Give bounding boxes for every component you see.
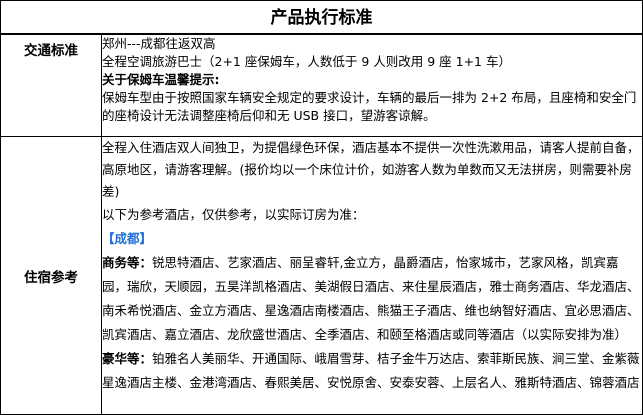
tips-line: 保姆车型由于按照国家车辆安全规定的要求设计，车辆的最后一排为 2+2 布局，且座… <box>102 90 637 105</box>
traffic-label: 交通标准 <box>0 34 102 137</box>
luxury-text: 铂雅名人美丽华、开通国际、峨眉雪芽、桔子金牛万达店、索菲斯民族、涧三堂、金紫薇星… <box>102 351 640 390</box>
standard-label: 商务等： <box>102 255 153 270</box>
traffic-line: 郑州---成都往返双高 <box>102 36 216 51</box>
city-heading: 【成都】 <box>102 231 153 246</box>
traffic-line: 全程空调旅游巴士（2+1 座保姆车，人数低于 9 人则改用 9 座 1+1 车） <box>102 54 511 69</box>
tips-heading: 关于保姆车温馨提示: <box>102 72 220 87</box>
standard-hotels: 商务等：锐思特酒店、艺家酒店、丽呈睿轩,金立方，晶爵酒店，怡家城市，艺家风格，凯… <box>102 251 642 347</box>
luxury-label: 豪华等： <box>102 351 153 366</box>
luxury-hotels: 豪华等：铂雅名人美丽华、开通国际、峨眉雪芽、桔子金牛万达店、索菲斯民族、涧三堂、… <box>102 347 642 395</box>
page-title: 产品执行标准 <box>0 0 643 34</box>
hotel-content: 全程入住酒店双人间独卫，为提倡绿色环保，酒店基本不提供一次性洗漱用品，请客人提前… <box>101 136 643 415</box>
hotel-paragraph: 全程入住酒店双人间独卫，为提倡绿色环保，酒店基本不提供一次性洗漱用品，请客人提前… <box>102 140 640 199</box>
traffic-row: 交通标准 郑州---成都往返双高 全程空调旅游巴士（2+1 座保姆车，人数低于 … <box>0 34 643 137</box>
traffic-content: 郑州---成都往返双高 全程空调旅游巴士（2+1 座保姆车，人数低于 9 人则改… <box>101 34 643 137</box>
hotel-row: 住宿参考 全程入住酒店双人间独卫，为提倡绿色环保，酒店基本不提供一次性洗漱用品，… <box>0 136 643 415</box>
product-standards-sheet: 产品执行标准 交通标准 郑州---成都往返双高 全程空调旅游巴士（2+1 座保姆… <box>0 0 643 415</box>
tips-line: 的座椅设计无法调整座椅后仰和无 USB 接口，望游客谅解。 <box>102 108 436 123</box>
standard-text: 锐思特酒店、艺家酒店、丽呈睿轩,金立方，晶爵酒店，怡家城市，艺家风格，凯宾嘉园，… <box>102 255 640 342</box>
hotel-label: 住宿参考 <box>0 136 102 415</box>
standards-table: 交通标准 郑州---成都往返双高 全程空调旅游巴士（2+1 座保姆车，人数低于 … <box>0 34 643 415</box>
reference-note: 以下为参考酒店，仅供参考，以实际订房为准： <box>102 207 365 222</box>
